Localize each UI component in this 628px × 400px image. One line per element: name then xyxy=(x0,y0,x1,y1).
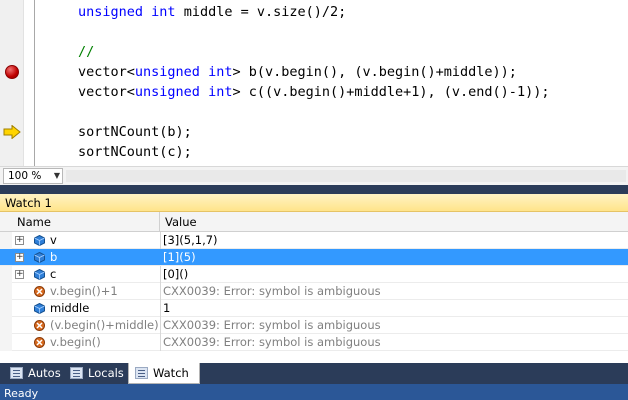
tab-label: Autos xyxy=(28,366,61,380)
watch-rows: + v [3](5,1,7) + b [1](5) + c [0]() v.begin()+1 CX… xyxy=(0,232,628,351)
code-keyword: int xyxy=(208,64,233,80)
watch-value[interactable]: 1 xyxy=(163,300,170,317)
watch-value[interactable]: [1](5) xyxy=(163,249,196,266)
code-token: vector< xyxy=(78,84,135,100)
watch-column-header: Name Value xyxy=(0,212,628,232)
code-keyword: unsigned xyxy=(78,4,144,20)
watch-row[interactable]: middle 1 xyxy=(0,300,628,317)
variable-icon xyxy=(34,235,45,246)
row-gutter xyxy=(0,283,12,300)
zoom-level: 100 % xyxy=(8,170,42,182)
breakpoint-icon[interactable] xyxy=(5,65,19,79)
code-token: sortNCount(b); xyxy=(78,124,192,140)
watch-row[interactable]: + b [1](5) xyxy=(0,249,628,266)
code-token: > c((v.begin()+middle+1), (v.end()-1)); xyxy=(232,84,550,100)
watch-value[interactable]: [0]() xyxy=(163,266,188,283)
editor-gutter[interactable] xyxy=(0,0,24,166)
watch-name[interactable]: v.begin() xyxy=(50,334,101,351)
panel-splitter[interactable] xyxy=(0,185,628,194)
zoom-dropdown[interactable]: 100 % ▼ xyxy=(3,168,63,184)
code-comment: // xyxy=(78,44,95,60)
watch-value[interactable]: CXX0039: Error: symbol is ambiguous xyxy=(163,317,381,334)
row-gutter xyxy=(0,317,12,334)
watch-name[interactable]: v.begin()+1 xyxy=(50,283,118,300)
watch-row[interactable]: v.begin()+1 CXX0039: Error: symbol is amb… xyxy=(0,283,628,300)
tab-locals[interactable]: Locals xyxy=(64,363,126,384)
code-line[interactable]: vector<unsigned int> b(v.begin(), (v.beg… xyxy=(78,62,517,82)
watch-row[interactable]: v.begin() CXX0039: Error: symbol is ambig… xyxy=(0,334,628,351)
editor-zoom-bar: 100 % ▼ xyxy=(0,166,628,185)
outline-line xyxy=(34,0,35,166)
column-header-value[interactable]: Value xyxy=(160,212,628,232)
code-keyword: int xyxy=(151,4,176,20)
column-divider xyxy=(160,266,161,283)
window-icon xyxy=(70,367,83,379)
code-line[interactable]: unsigned int middle = v.size()/2; xyxy=(78,2,346,22)
code-keyword: int xyxy=(208,84,233,100)
watch-name[interactable]: (v.begin()+middle) xyxy=(50,317,159,334)
column-divider xyxy=(160,317,161,334)
code-token: > b(v.begin(), (v.begin()+middle)); xyxy=(232,64,517,80)
variable-icon xyxy=(34,269,45,280)
column-divider xyxy=(160,283,161,300)
row-gutter xyxy=(0,232,12,249)
column-header-name[interactable]: Name xyxy=(12,212,160,232)
error-icon xyxy=(34,286,45,297)
column-divider xyxy=(160,334,161,351)
code-editor[interactable]: unsigned int middle = v.size()/2; // vecto… xyxy=(0,0,628,166)
code-line[interactable]: // xyxy=(78,42,94,62)
expand-icon[interactable]: + xyxy=(15,236,24,245)
code-line[interactable]: sortNCount(c); xyxy=(78,142,192,162)
error-icon xyxy=(34,320,45,331)
variable-icon xyxy=(34,252,45,263)
watch-name[interactable]: c xyxy=(50,266,56,283)
status-text: Ready xyxy=(4,387,39,400)
row-gutter xyxy=(0,334,12,351)
code-keyword: unsigned xyxy=(134,64,200,80)
row-gutter xyxy=(0,266,12,283)
watch-row[interactable]: + v [3](5,1,7) xyxy=(0,232,628,249)
code-token: vector< xyxy=(78,64,135,80)
watch-value[interactable]: CXX0039: Error: symbol is ambiguous xyxy=(163,283,381,300)
watch-window-title[interactable]: Watch 1 xyxy=(0,194,628,212)
watch-row[interactable]: + c [0]() xyxy=(0,266,628,283)
tab-autos[interactable]: Autos xyxy=(4,363,62,384)
code-line[interactable]: vector<unsigned int> c((v.begin()+middle… xyxy=(78,82,549,102)
watch-name[interactable]: middle xyxy=(50,300,89,317)
tab-label: Locals xyxy=(88,366,124,380)
code-line[interactable]: sortNCount(b); xyxy=(78,122,192,142)
watch-name[interactable]: b xyxy=(50,249,57,266)
tab-watch-1[interactable]: Watch 1 xyxy=(128,363,200,400)
window-icon xyxy=(135,367,148,379)
chevron-down-icon[interactable]: ▼ xyxy=(54,169,60,183)
code-token: middle = v.size()/2; xyxy=(175,4,347,20)
watch-name[interactable]: v xyxy=(50,232,57,249)
code-token: sortNCount(c); xyxy=(78,144,192,160)
window-icon xyxy=(10,367,23,379)
column-divider xyxy=(160,300,161,317)
variable-icon xyxy=(34,303,45,314)
status-bar: Ready xyxy=(0,384,628,400)
expand-icon[interactable]: + xyxy=(15,253,24,262)
error-icon xyxy=(34,337,45,348)
column-divider xyxy=(160,232,161,249)
watch-value[interactable]: [3](5,1,7) xyxy=(163,232,218,249)
horizontal-scrollbar[interactable] xyxy=(66,170,626,182)
watch-row[interactable]: (v.begin()+middle) CXX0039: Error: symbol… xyxy=(0,317,628,334)
code-keyword: unsigned xyxy=(134,84,200,100)
bottom-tab-bar: Autos Locals Watch 1 xyxy=(0,363,628,400)
watch-window: Watch 1 Name Value + v [3](5,1,7) + b [1](5) +… xyxy=(0,194,628,364)
watch-value[interactable]: CXX0039: Error: symbol is ambiguous xyxy=(163,334,381,351)
current-statement-arrow-icon[interactable] xyxy=(3,125,21,139)
row-gutter xyxy=(0,300,12,317)
expand-icon[interactable]: + xyxy=(15,270,24,279)
